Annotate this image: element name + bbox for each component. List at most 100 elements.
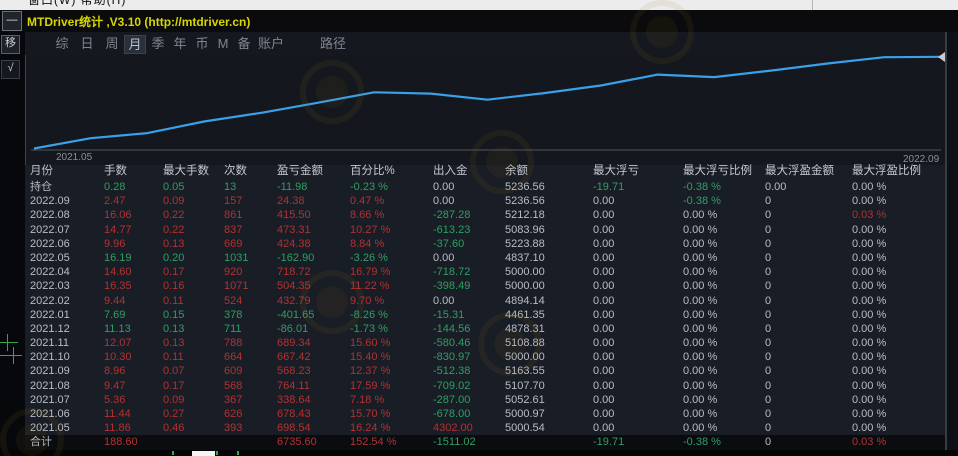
title-bar: — MTDriver统计 ,V3.10 (http://mtdriver.cn) <box>0 10 958 32</box>
table-cell: 8.96 <box>104 364 163 378</box>
toolbar-tab-6[interactable]: 年 <box>170 35 190 52</box>
table-cell: 424.38 <box>277 237 350 251</box>
table-row-total[interactable]: 合计188.606735.60152.54 %-1511.02-19.71-0.… <box>25 435 958 449</box>
table-row[interactable]: 2022.029.440.11524432.799.70 %0.004894.1… <box>25 294 958 308</box>
table-cell: 0.00 <box>593 294 683 308</box>
minimize-button[interactable]: — <box>2 11 22 31</box>
menu-divider <box>812 0 813 10</box>
table-cell: 0.00 <box>593 237 683 251</box>
table-cell: 9.44 <box>104 294 163 308</box>
column-header: 月份 <box>30 163 104 180</box>
table-cell: 5000.97 <box>505 407 593 421</box>
toolbar-tab-10[interactable]: 账户 <box>255 35 287 52</box>
column-header: 盈亏金额 <box>277 163 350 180</box>
table-cell: 0 <box>765 435 852 449</box>
toolbar-tab-3[interactable]: 周 <box>102 35 122 52</box>
table-cell: -1511.02 <box>433 435 505 449</box>
table-cell: 0.00 % <box>683 379 765 393</box>
table-cell: 0.00 % <box>683 421 765 435</box>
table-row[interactable]: 2022.0816.060.22861415.508.66 %-287.2852… <box>25 208 958 222</box>
table-row[interactable]: 2022.0516.190.201031-162.90-3.26 %0.0048… <box>25 251 958 265</box>
table-cell: 0.17 <box>163 379 224 393</box>
statistics-table: 月份手数最大手数次数盈亏金额百分比%出入金余额最大浮亏最大浮亏比例最大浮盈金额最… <box>25 163 958 456</box>
table-cell: 12.37 % <box>350 364 433 378</box>
toolbar-tab-4[interactable]: 月 <box>124 35 146 54</box>
table-cell: 0 <box>765 407 852 421</box>
table-cell: 609 <box>224 364 277 378</box>
path-button[interactable]: 路径 <box>320 35 346 52</box>
table-cell: 0.11 <box>163 294 224 308</box>
table-cell: 0.00 % <box>852 421 952 435</box>
table-cell: 2021.09 <box>30 364 104 378</box>
table-cell: 0.00 % <box>852 407 952 421</box>
toolbar-tab-5[interactable]: 季 <box>148 35 168 52</box>
table-row[interactable]: 2021.075.360.09367338.647.18 %-287.00505… <box>25 393 958 407</box>
table-cell: 0.22 <box>163 208 224 222</box>
table-cell: 0.00 % <box>852 308 952 322</box>
table-cell: 0.00 <box>593 421 683 435</box>
table-cell: 367 <box>224 393 277 407</box>
table-row[interactable]: 2022.0316.350.161071504.3511.22 %-398.49… <box>25 279 958 293</box>
table-row[interactable]: 2022.069.960.13669424.388.84 %-37.605223… <box>25 237 958 251</box>
table-cell: 0.47 % <box>350 194 433 208</box>
line-end-marker-icon <box>938 52 945 62</box>
table-cell: 788 <box>224 336 277 350</box>
period-toolbar: 综日周月季年币M备账户 路径 <box>25 32 958 55</box>
toolbar-tab-2[interactable]: 日 <box>77 35 97 52</box>
table-cell: 0 <box>765 265 852 279</box>
table-cell: 0.00 % <box>852 265 952 279</box>
left-side-strip: 移 √ <box>0 32 25 456</box>
watermark-logo <box>630 0 694 64</box>
table-cell: 0.00 <box>593 265 683 279</box>
table-cell: 678.43 <box>277 407 350 421</box>
table-cell: 568.23 <box>277 364 350 378</box>
table-cell: 11.44 <box>104 407 163 421</box>
move-tool-button[interactable]: 移 <box>1 35 20 54</box>
toolbar-tab-9[interactable]: 备 <box>234 35 254 52</box>
table-cell: -287.28 <box>433 208 505 222</box>
table-row[interactable]: 2022.0714.770.22837473.3110.27 %-613.235… <box>25 223 958 237</box>
table-row[interactable]: 2022.092.470.0915724.380.47 %0.005236.56… <box>25 194 958 208</box>
table-row[interactable]: 2021.0611.440.27626678.4315.70 %-678.005… <box>25 407 958 421</box>
table-cell: 0.00 % <box>852 180 952 194</box>
table-cell: 0 <box>765 251 852 265</box>
table-cell: -19.71 <box>593 435 683 449</box>
toolbar-tab-7[interactable]: 币 <box>192 35 212 52</box>
table-cell: 0.00 % <box>683 350 765 364</box>
toolbar-tab-1[interactable]: 综 <box>52 35 72 52</box>
window-right-fill <box>947 32 958 456</box>
table-cell: 15.70 % <box>350 407 433 421</box>
table-cell: 0.00 % <box>852 223 952 237</box>
table-cell: 9.96 <box>104 237 163 251</box>
table-cell: 0.00 <box>593 308 683 322</box>
table-cell: 0.00 <box>593 379 683 393</box>
check-tool-button[interactable]: √ <box>1 60 20 79</box>
table-cell: 0.00 % <box>683 294 765 308</box>
toolbar-tab-8[interactable]: M <box>214 35 232 52</box>
crosshair-marker <box>0 355 22 356</box>
table-row[interactable]: 2021.089.470.17568764.1117.59 %-709.0251… <box>25 379 958 393</box>
menu-items[interactable]: 窗口(W) 帮助(H) <box>28 0 126 8</box>
table-cell: 0 <box>765 194 852 208</box>
table-cell: 0.00 % <box>683 223 765 237</box>
table-cell: 667.42 <box>277 350 350 364</box>
table-row[interactable]: 2021.0511.860.46393698.5416.24 %4302.005… <box>25 421 958 435</box>
table-cell: 0.27 <box>163 407 224 421</box>
table-cell: 0.00 <box>765 180 852 194</box>
table-cell: 0.22 <box>163 223 224 237</box>
bottom-tick <box>216 451 218 455</box>
table-cell: -0.23 % <box>350 180 433 194</box>
bottom-strip <box>0 450 958 456</box>
app-window: 窗口(W) 帮助(H) — MTDriver统计 ,V3.10 (http://… <box>0 0 958 456</box>
watermark-logo <box>478 312 542 376</box>
table-cell: 0 <box>765 322 852 336</box>
table-row[interactable]: 2022.0414.600.17920718.7216.79 %-718.725… <box>25 265 958 279</box>
table-cell: 5.36 <box>104 393 163 407</box>
crosshair-marker <box>13 347 14 364</box>
table-cell: 5000.00 <box>505 265 593 279</box>
table-cell: 0.00 % <box>683 237 765 251</box>
table-cell: 669 <box>224 237 277 251</box>
table-cell: 689.34 <box>277 336 350 350</box>
table-cell: 0.00 % <box>852 364 952 378</box>
table-cell <box>163 435 224 449</box>
